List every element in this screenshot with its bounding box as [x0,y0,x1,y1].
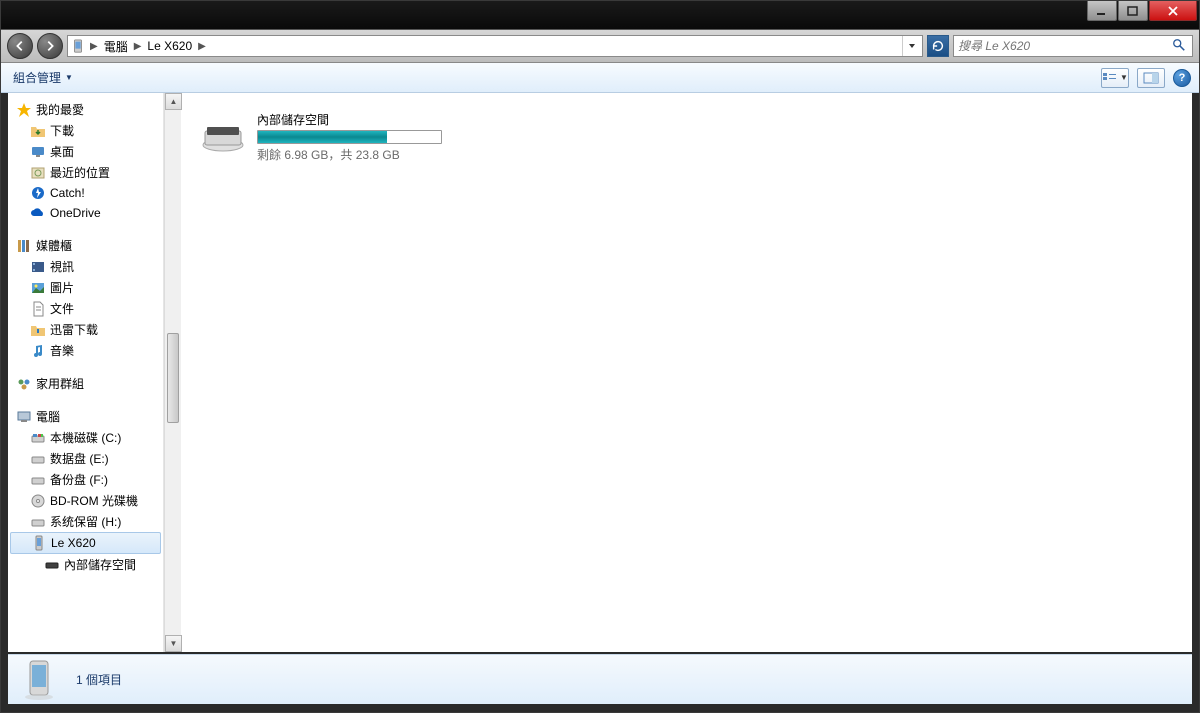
forward-button[interactable] [37,33,63,59]
close-button[interactable] [1149,1,1197,21]
computer-icon [16,409,32,425]
storage-item[interactable]: 內部儲存空間 剩餘 6.98 GB，共 23.8 GB [201,111,1172,163]
desktop-icon [30,144,46,160]
breadcrumb-current[interactable]: Le X620 [145,39,194,53]
catch-icon [30,185,46,201]
drive-icon [30,430,46,446]
drive-icon [30,514,46,530]
tree-recent[interactable]: 最近的位置 [8,162,163,183]
status-text: 1 個項目 [76,671,122,688]
storage-name: 內部儲存空間 [257,111,442,128]
star-icon [16,102,32,118]
disc-icon [30,493,46,509]
device-icon [70,38,86,54]
storage-icon [44,557,60,573]
address-dropdown[interactable] [902,36,920,56]
tree-desktop[interactable]: 桌面 [8,141,163,162]
breadcrumb-root[interactable]: 電腦 [102,38,130,55]
tree-drive-c[interactable]: 本機磁碟 (C:) [8,427,163,448]
tree-drive-e[interactable]: 数据盘 (E:) [8,448,163,469]
organize-menu[interactable]: 組合管理 ▼ [9,67,77,88]
search-icon[interactable] [1172,38,1188,54]
tree-bdrom[interactable]: BD-ROM 光碟機 [8,490,163,511]
scroll-down-button[interactable]: ▼ [165,635,182,652]
maximize-button[interactable] [1118,1,1148,21]
chevron-right-icon: ▶ [88,41,100,52]
favorites-header[interactable]: 我的最愛 [8,99,163,120]
library-icon [16,238,32,254]
view-options-button[interactable]: ▼ [1101,68,1129,88]
tree-le-x620[interactable]: Le X620 [10,532,161,554]
status-bar: 1 個項目 [8,654,1192,704]
tree-onedrive[interactable]: OneDrive [8,203,163,223]
onedrive-icon [30,205,46,221]
libraries-header[interactable]: 媒體櫃 [8,235,163,256]
internal-storage-icon [201,121,245,153]
tree-xunlei[interactable]: 迅雷下载 [8,319,163,340]
music-icon [30,343,46,359]
drive-icon [30,451,46,467]
toolbar: 組合管理 ▼ ▼ ? [1,63,1199,93]
chevron-down-icon: ▼ [65,73,73,82]
drive-icon [30,472,46,488]
back-button[interactable] [7,33,33,59]
storage-bar [257,130,442,144]
xunlei-icon [30,322,46,338]
tree-music[interactable]: 音樂 [8,340,163,361]
phone-icon [31,535,47,551]
organize-label: 組合管理 [13,69,61,86]
video-icon [30,259,46,275]
homegroup-icon [16,376,32,392]
picture-icon [30,280,46,296]
chevron-right-icon: ▶ [196,41,208,52]
recent-icon [30,165,46,181]
tree-pictures[interactable]: 圖片 [8,277,163,298]
tree-internal-storage[interactable]: 內部儲存空間 [8,554,163,575]
download-icon [30,123,46,139]
tree-drive-f[interactable]: 备份盘 (F:) [8,469,163,490]
scroll-up-button[interactable]: ▲ [165,93,182,110]
scrollbar[interactable]: ▲ ▼ [164,93,181,652]
document-icon [30,301,46,317]
content-pane: 內部儲存空間 剩餘 6.98 GB，共 23.8 GB [181,93,1192,652]
navigation-bar: ▶ 電腦 ▶ Le X620 ▶ [1,29,1199,63]
chevron-right-icon: ▶ [132,41,144,52]
tree-documents[interactable]: 文件 [8,298,163,319]
search-box[interactable] [953,35,1193,57]
device-large-icon [20,659,58,701]
refresh-button[interactable] [927,35,949,57]
help-button[interactable]: ? [1173,69,1191,87]
homegroup-header[interactable]: 家用群組 [8,373,163,394]
tree-drive-h[interactable]: 系统保留 (H:) [8,511,163,532]
titlebar [1,1,1199,29]
tree-catch[interactable]: Catch! [8,183,163,203]
address-bar[interactable]: ▶ 電腦 ▶ Le X620 ▶ [67,35,923,57]
tree-downloads[interactable]: 下載 [8,120,163,141]
navigation-tree: 我的最愛 下載 桌面 最近的位置 Catch! OneDrive 媒體櫃 視訊 … [8,93,164,652]
computer-header[interactable]: 電腦 [8,406,163,427]
scroll-thumb[interactable] [167,333,179,423]
tree-videos[interactable]: 視訊 [8,256,163,277]
storage-bar-fill [258,131,387,143]
preview-pane-button[interactable] [1137,68,1165,88]
minimize-button[interactable] [1087,1,1117,21]
search-input[interactable] [958,39,1172,53]
storage-details: 剩餘 6.98 GB，共 23.8 GB [257,146,442,163]
